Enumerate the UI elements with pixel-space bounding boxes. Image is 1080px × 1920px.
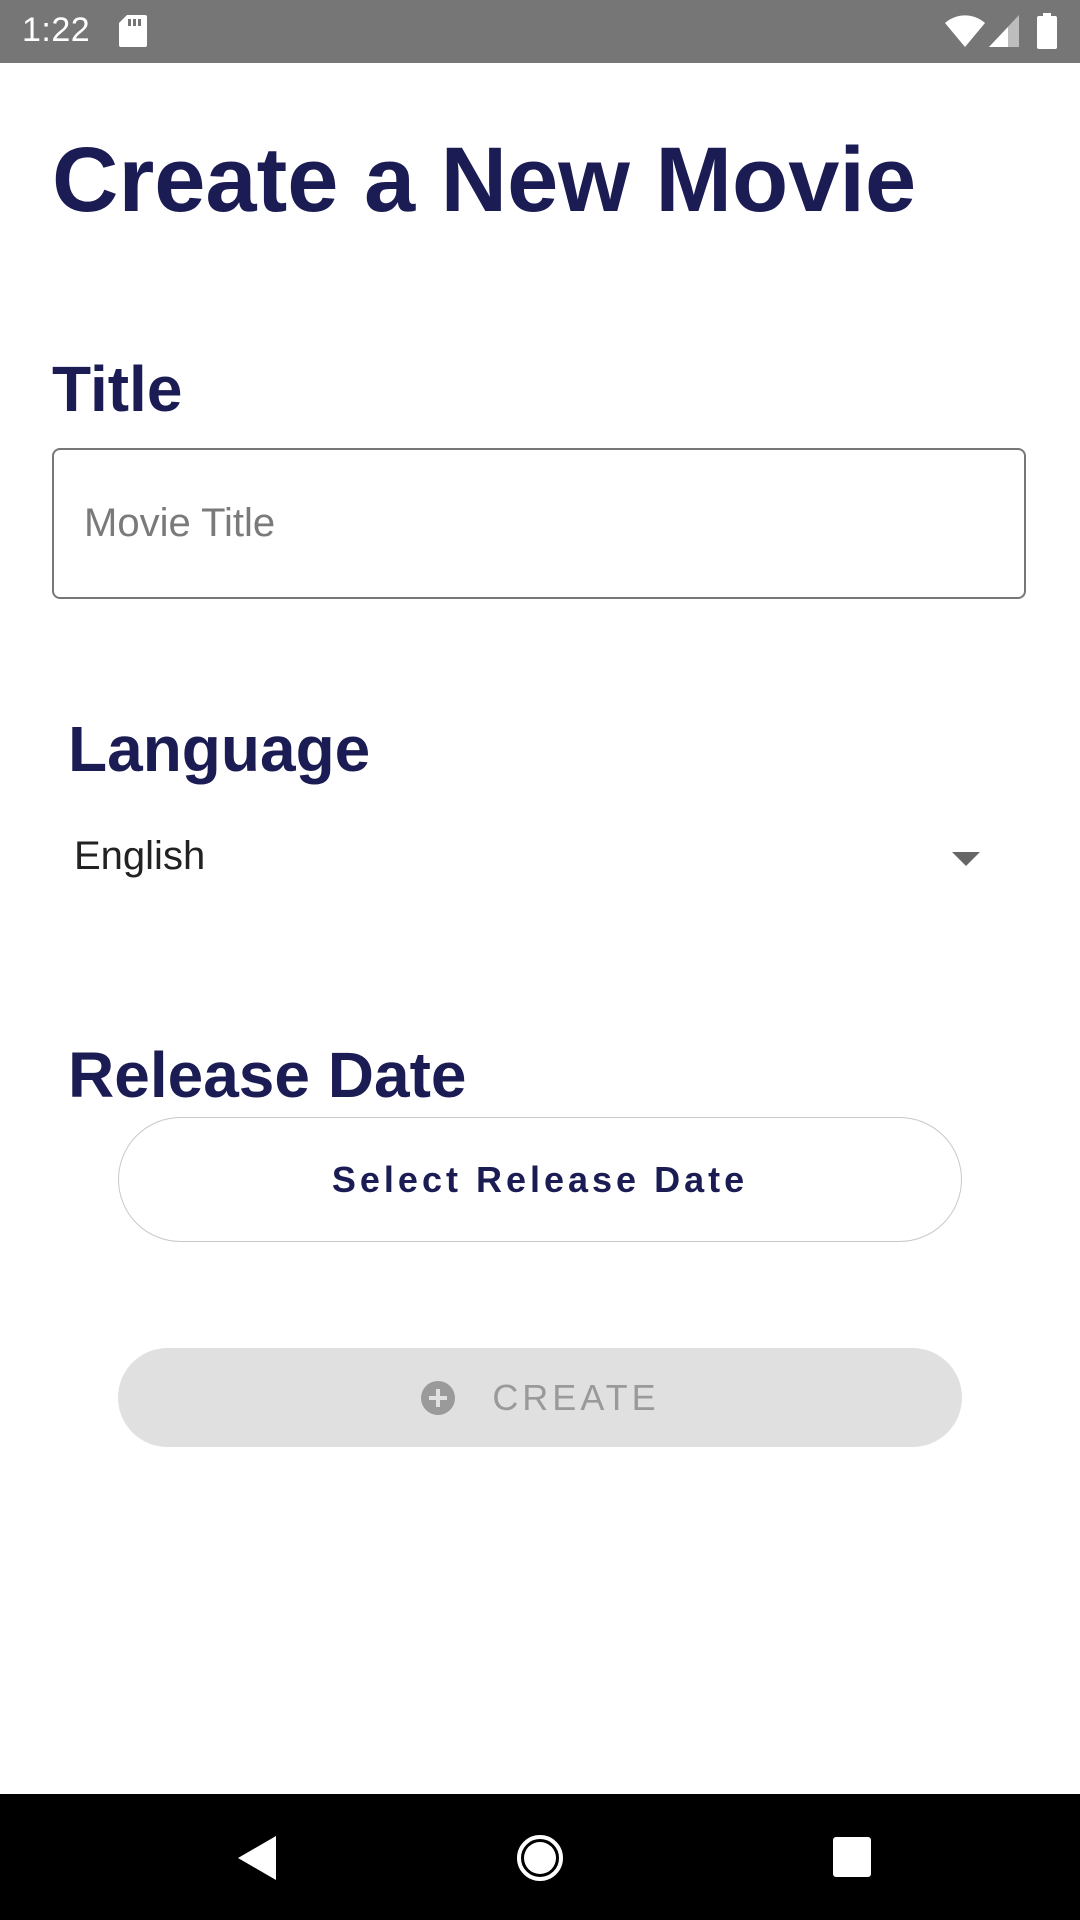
language-selected-value: English	[74, 834, 206, 878]
status-bar: 1:22	[0, 0, 1080, 63]
create-button[interactable]: CREATE	[118, 1348, 962, 1447]
add-circle-icon	[421, 1380, 456, 1415]
status-time: 1:22	[22, 11, 91, 49]
home-icon[interactable]	[516, 1834, 564, 1882]
dropdown-arrow-icon	[952, 852, 980, 866]
cell-signal-icon	[989, 15, 1019, 47]
battery-icon	[1037, 13, 1057, 49]
navigation-bar	[0, 1794, 1080, 1920]
movie-title-input[interactable]	[52, 448, 1026, 599]
sd-card-icon	[119, 15, 147, 47]
language-label: Language	[68, 713, 371, 785]
screen: 1:22 Create a New Movie Title Language E…	[0, 0, 1080, 1920]
select-release-date-button[interactable]: Select Release Date	[118, 1117, 962, 1242]
release-date-label: Release Date	[68, 1039, 467, 1111]
language-dropdown[interactable]: English	[60, 820, 1000, 900]
recents-icon[interactable]	[832, 1836, 872, 1878]
select-release-date-label: Select Release Date	[331, 1158, 749, 1200]
back-icon[interactable]	[236, 1834, 278, 1882]
title-label: Title	[52, 353, 183, 425]
create-button-label: CREATE	[492, 1376, 660, 1418]
wifi-icon	[945, 15, 985, 48]
page-title: Create a New Movie	[52, 129, 917, 231]
